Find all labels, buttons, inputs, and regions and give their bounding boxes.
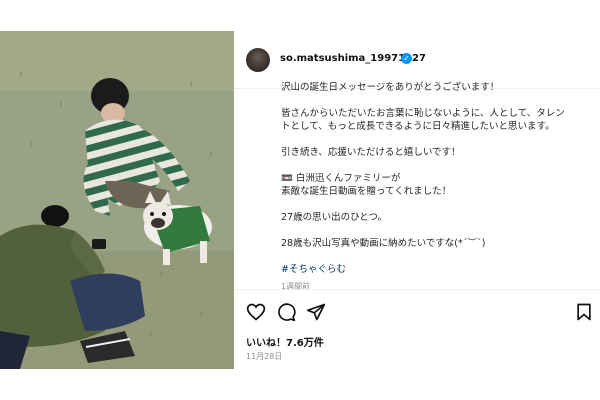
post-time-ago: 1週間前 (281, 282, 311, 289)
share-icon[interactable] (306, 302, 326, 322)
post-actions: いいね！7.6万件 11月28日 (234, 289, 600, 369)
like-count[interactable]: いいね！7.6万件 (246, 334, 324, 349)
photo-illustration (0, 31, 234, 369)
post-side-panel: so.matsushima_19971127 ✓ 沢山の誕生日メッセージをありが… (234, 31, 600, 369)
verified-badge-icon: ✓ (401, 53, 412, 64)
avatar[interactable] (246, 48, 270, 72)
post-date: 11月28日 (246, 352, 283, 361)
bookmark-icon[interactable] (574, 302, 594, 322)
caption-line: 📼 白洲迅くんファミリーが (281, 173, 401, 184)
heart-icon[interactable] (246, 302, 266, 322)
caption-line: 28歳も沢山写真や動画に納めたいですな(*´︶`) (281, 238, 486, 249)
hashtag-link[interactable]: #そちゃぐらむ (281, 263, 346, 276)
caption-line: 素敵な誕生日動画を贈ってくれました！ (281, 186, 452, 197)
post-photo[interactable] (0, 31, 234, 369)
instagram-post: so.matsushima_19971127 ✓ 沢山の誕生日メッセージをありが… (0, 31, 600, 369)
caption-line: 沢山の誕生日メッセージをありがとうございます！ (281, 82, 500, 93)
caption-line: トとして、もっと成長できるように日々精進したいと思います。 (281, 121, 555, 132)
comment-icon[interactable] (276, 302, 296, 322)
caption-line: 皆さんからいただいたお言葉に恥じないように、人として、タレン (281, 108, 565, 119)
caption-line: 引き続き、応援いただけると嬉しいです！ (281, 147, 461, 158)
caption-line: 27歳の思い出のひとつ。 (281, 212, 388, 223)
post-caption: 沢山の誕生日メッセージをありがとうございます！ 皆さんからいただいたお言葉に恥じ… (281, 81, 581, 289)
